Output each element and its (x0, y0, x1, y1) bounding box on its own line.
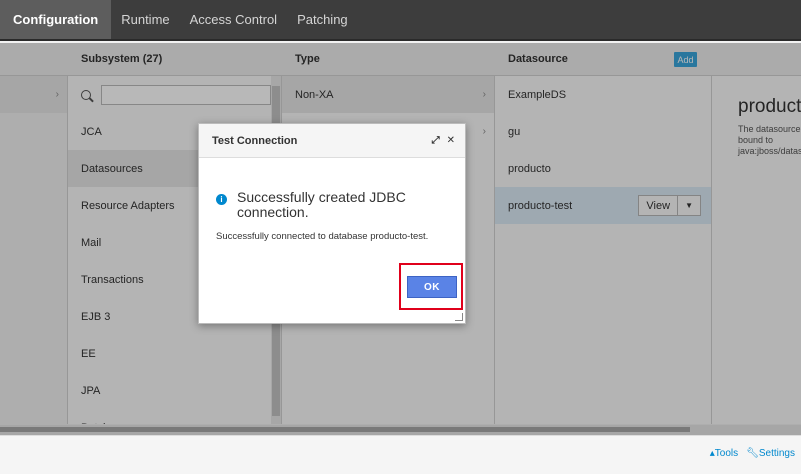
dialog-message: i Successfully created JDBC connection. (216, 190, 427, 220)
dialog-sub-text: Successfully connected to database produ… (216, 231, 429, 242)
tools-link[interactable]: ▴Tools (710, 448, 738, 459)
close-icon[interactable]: ✕ (447, 135, 455, 146)
wrench-icon: 🔧︎ (746, 448, 759, 459)
maximize-icon[interactable]: ⤢ (432, 135, 440, 146)
settings-label: Settings (758, 448, 795, 459)
footer: ▴Tools 🔧︎Settings (0, 435, 801, 474)
ok-highlight-frame: OK (399, 263, 463, 310)
tab-access-control[interactable]: Access Control (180, 0, 287, 39)
top-nav: Configuration Runtime Access Control Pat… (0, 0, 801, 41)
resize-grip-icon[interactable] (455, 313, 463, 321)
tab-patching[interactable]: Patching (287, 0, 358, 39)
ok-button[interactable]: OK (407, 276, 457, 298)
dialog-header: Test Connection ⤢ ✕ (199, 124, 465, 158)
dialog-title: Test Connection (212, 134, 298, 147)
info-icon: i (216, 194, 227, 205)
settings-link[interactable]: 🔧︎Settings (746, 448, 795, 459)
tab-runtime[interactable]: Runtime (111, 0, 179, 39)
tab-configuration[interactable]: Configuration (0, 0, 112, 39)
test-connection-dialog: Test Connection ⤢ ✕ i Successfully creat… (198, 123, 466, 324)
dialog-message-text: Successfully created JDBC connection. (237, 189, 406, 220)
tools-label: Tools (714, 448, 739, 459)
